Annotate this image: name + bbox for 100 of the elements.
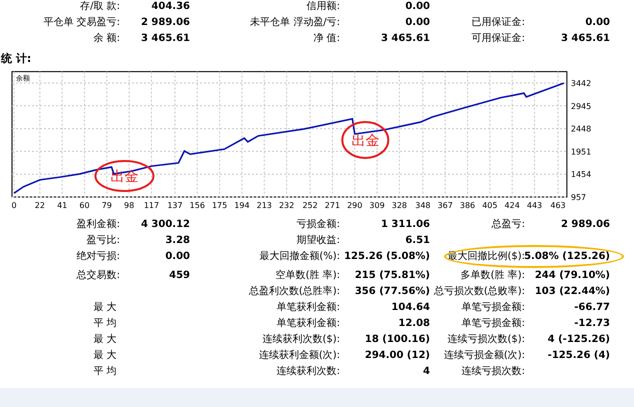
group-label: 最 大 — [92, 332, 118, 346]
x-tick-label: 0 — [11, 201, 17, 210]
x-tick-label: 309 — [369, 201, 385, 210]
y-tick-label: 1951 — [570, 147, 592, 156]
stat-value: 3 465.61 — [560, 32, 610, 46]
x-tick-label: 290 — [347, 201, 362, 210]
x-tick-label: 463 — [550, 201, 566, 210]
x-tick-label: 175 — [212, 201, 228, 210]
stat-value: 1 311.06 — [380, 218, 430, 232]
stat-label: 单笔亏损金额: — [462, 300, 525, 314]
x-tick-label: 137 — [167, 201, 183, 210]
section-title: 统 计: — [1, 50, 32, 67]
x-tick-label: 98 — [124, 201, 134, 210]
stat-label: 余 额: — [93, 32, 120, 46]
x-tick-label: 22 — [34, 201, 45, 210]
stat-value: -66.77 — [574, 300, 610, 314]
stat-label: 空单数(胜 率): — [276, 268, 340, 282]
stat-value: 244 (79.10%) — [534, 268, 610, 282]
stat-label: 单笔获利金额: — [276, 300, 340, 314]
x-tick-label: 156 — [190, 201, 205, 210]
stat-value: 2 989.06 — [140, 16, 190, 30]
x-tick-label: 328 — [392, 201, 408, 210]
stat-label: 已用保证金: — [472, 16, 525, 30]
x-tick-label: 386 — [460, 201, 476, 210]
stat-value: 6.51 — [405, 234, 430, 248]
stat-value: 356 (77.56%) — [354, 284, 430, 298]
stat-label: 连续获利次数($): — [262, 332, 340, 346]
stat-value: 104.64 — [391, 300, 430, 314]
stat-label: 可用保证金: — [472, 32, 525, 46]
stat-value: 3 465.61 — [140, 32, 190, 46]
y-tick-label: 2945 — [570, 102, 592, 111]
stat-label: 连续亏损次数: — [462, 364, 525, 378]
x-tick-label: 232 — [278, 201, 294, 210]
x-tick-label: 424 — [504, 201, 520, 210]
stat-label: 单笔获利金额: — [276, 316, 340, 330]
stat-label: 盈利金额: — [76, 218, 120, 232]
group-label: 最 大 — [92, 300, 118, 314]
x-tick-label: 348 — [415, 201, 431, 210]
stat-label: 亏损金额: — [296, 218, 340, 232]
stat-label: 连续亏损次数($): — [447, 332, 525, 346]
stat-label: 连续获利次数: — [276, 364, 340, 378]
group-label: 最 大 — [92, 348, 118, 362]
stat-label: 总亏损次数(总败率): — [434, 284, 525, 298]
stat-value: 0.00 — [405, 0, 430, 14]
group-label: 平 均 — [92, 316, 118, 330]
x-tick-label: 79 — [102, 201, 112, 210]
annotation-text: 出金 — [110, 169, 138, 185]
x-tick-label: 117 — [144, 201, 160, 210]
stat-label: 最大回撤金额(%): — [259, 250, 340, 264]
stat-value: -125.26 (4) — [548, 348, 610, 362]
stat-value: 3.28 — [165, 234, 190, 248]
stat-value: 18 (100.16) — [364, 332, 430, 346]
annotation-text: 出金 — [351, 132, 380, 149]
stat-value: 2 989.06 — [560, 218, 610, 232]
stat-label: 信用额: — [306, 0, 340, 14]
stat-value: 3 465.61 — [380, 32, 430, 46]
y-tick-label: 2448 — [570, 124, 592, 134]
x-tick-label: 367 — [438, 201, 453, 210]
stat-value: 0.00 — [165, 250, 190, 264]
x-tick-label: 194 — [234, 201, 250, 210]
y-tick-label: 1454 — [570, 170, 592, 180]
stat-label: 多单数(胜 率): — [460, 268, 525, 282]
x-tick-label: 213 — [256, 201, 272, 210]
stat-value: 4 — [423, 364, 430, 378]
stat-label: 未平仓单 浮动盈/亏: — [250, 16, 340, 30]
stat-value: 459 — [169, 268, 190, 282]
stat-value: 294.00 (12) — [364, 348, 430, 362]
stat-value: 4 300.12 — [140, 218, 190, 232]
stat-value: 404.36 — [151, 0, 190, 14]
x-tick-label: 443 — [526, 201, 542, 210]
stat-label: 总盈亏: — [492, 218, 525, 232]
x-tick-label: 252 — [302, 201, 318, 210]
stat-label: 净 值: — [313, 32, 340, 46]
stat-label: 连续获利金额(次): — [258, 348, 340, 362]
stat-label: 平仓单 交易盈亏: — [43, 16, 120, 30]
x-tick-label: 271 — [324, 201, 340, 210]
x-tick-label: 41 — [57, 201, 68, 210]
stat-label: 总交易数: — [76, 268, 120, 282]
stat-label: 最大回撤比例($): — [447, 250, 525, 264]
stat-value: 0.00 — [585, 16, 610, 30]
stat-value: 103 (22.44%) — [534, 284, 610, 298]
stat-label: 单笔亏损金额: — [462, 316, 525, 330]
annotation-ellipse — [341, 120, 390, 159]
group-label: 平 均 — [92, 364, 118, 378]
stat-label: 绝对亏损: — [76, 250, 120, 264]
stat-label: 期望收益: — [296, 234, 340, 248]
stat-value: 12.08 — [398, 316, 430, 330]
stat-value: 5.08% (125.26) — [524, 250, 610, 264]
stat-value: 0.00 — [405, 16, 430, 30]
stat-value: 125.26 (5.08%) — [344, 250, 430, 264]
stat-label: 盈亏比: — [86, 234, 120, 248]
stat-label: 总盈利次数(总胜率): — [248, 284, 340, 298]
y-tick-label: 3442 — [570, 79, 592, 88]
x-tick-label: 405 — [482, 201, 498, 210]
stat-value: -12.73 — [574, 316, 610, 330]
stat-value: 4 (-125.26) — [548, 332, 610, 346]
stat-value: 215 (75.81%) — [354, 268, 430, 282]
stat-label: 连续亏损金额(次): — [444, 348, 525, 362]
y-tick-label: 957 — [570, 193, 586, 202]
annotation-ellipse — [94, 160, 154, 192]
